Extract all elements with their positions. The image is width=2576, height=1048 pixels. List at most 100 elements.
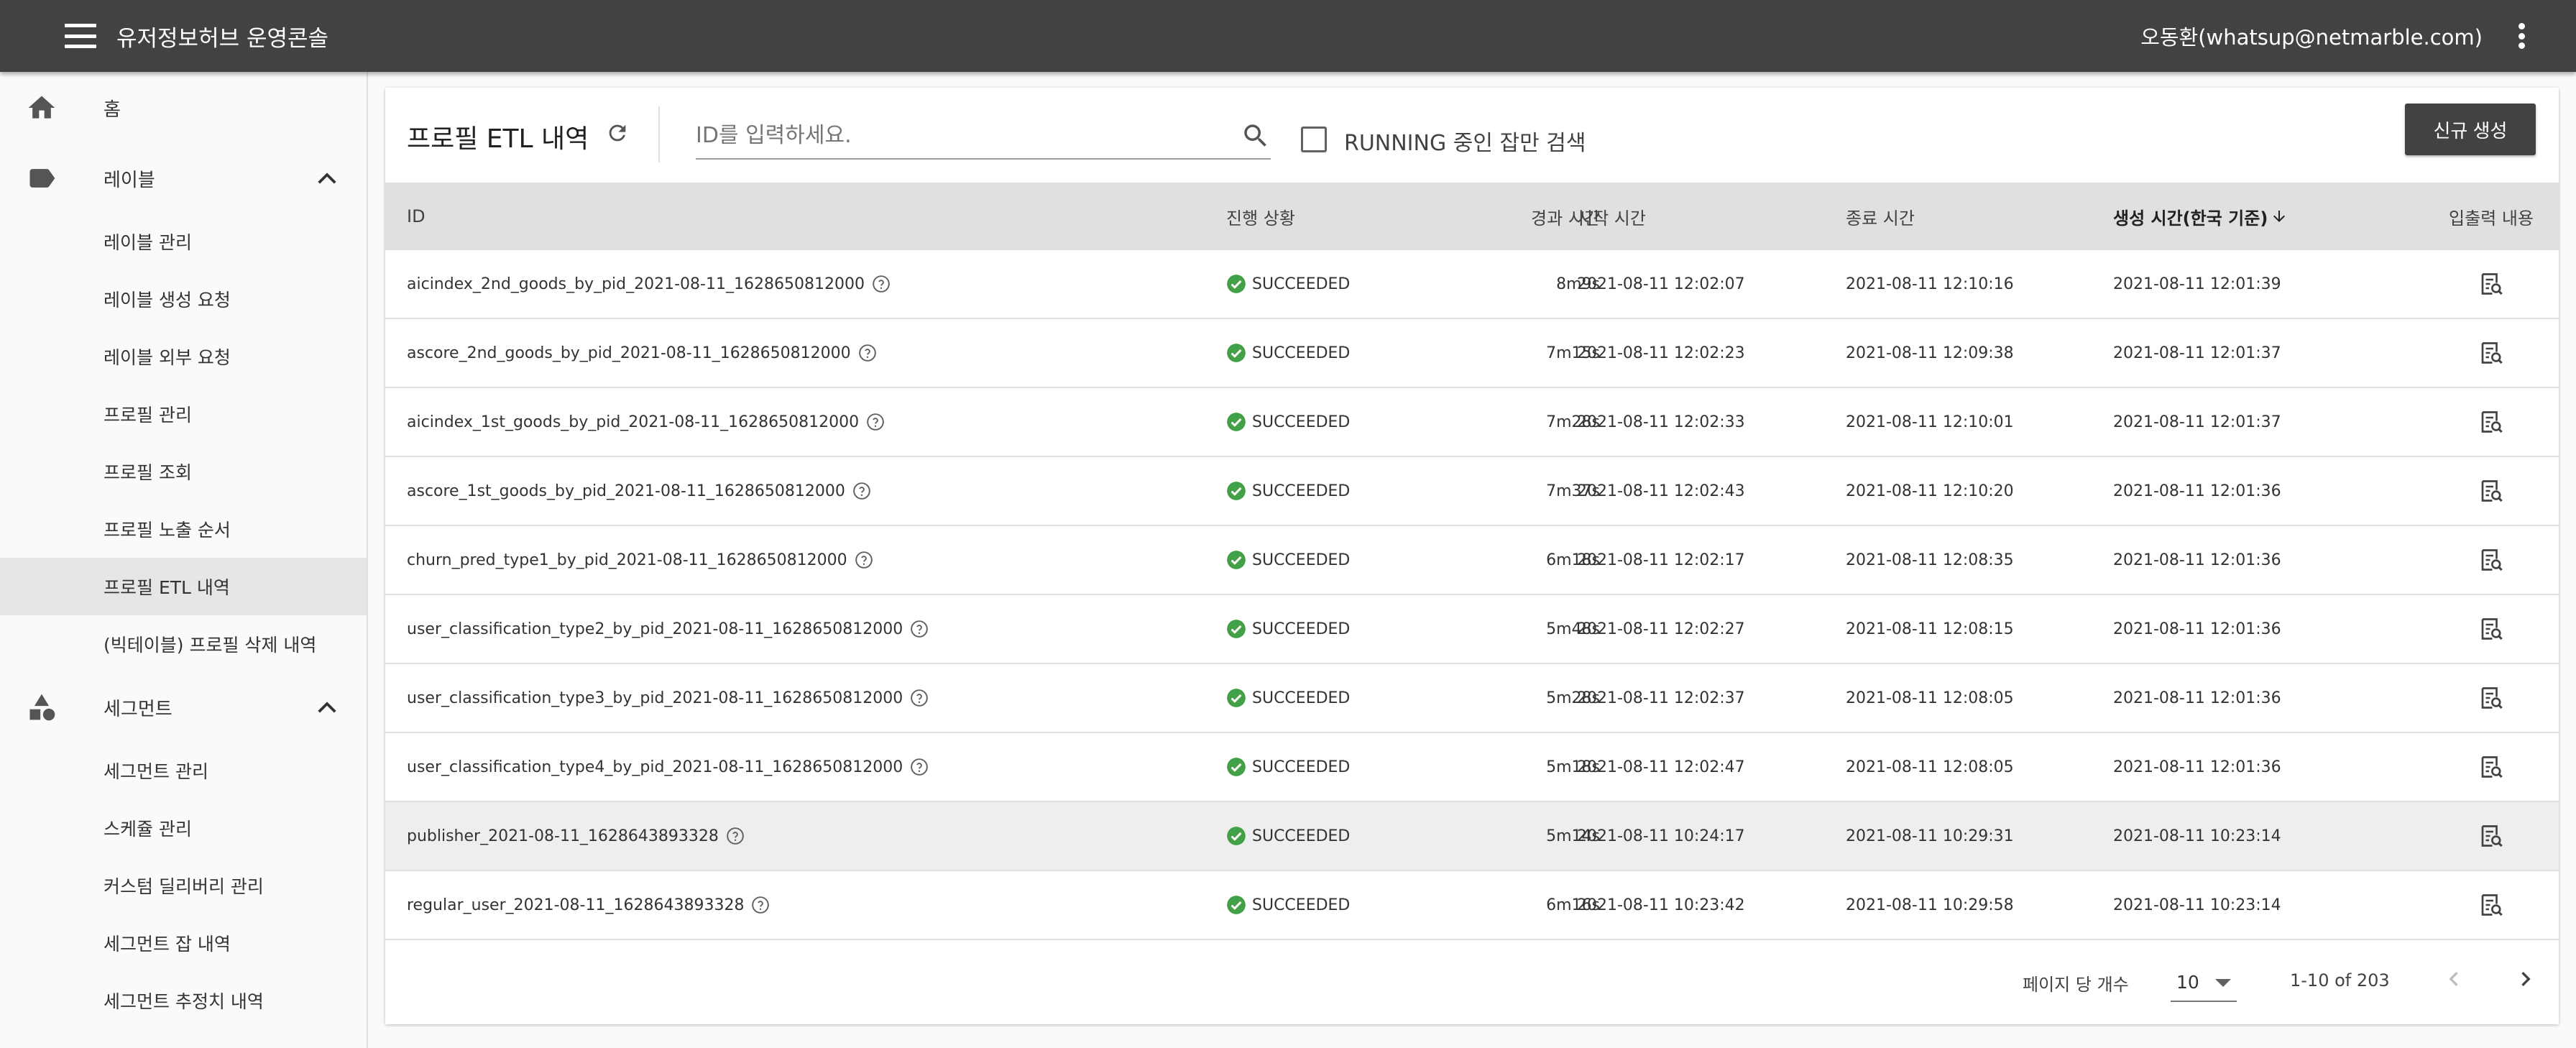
sidebar-item-profile-lookup[interactable]: 프로필 조회: [0, 443, 367, 500]
cell-io: [2441, 526, 2542, 594]
sidebar-group-label[interactable]: 레이블: [0, 144, 367, 213]
sidebar-item-profile-display-order[interactable]: 프로필 노출 순서: [0, 500, 367, 558]
help-icon[interactable]: [910, 620, 929, 638]
column-header-created[interactable]: 생성 시간(한국 기준): [2113, 183, 2288, 250]
sidebar-item-segment-management[interactable]: 세그먼트 관리: [0, 742, 367, 799]
cell-created: 2021-08-11 10:23:14: [2113, 827, 2281, 845]
help-icon[interactable]: [858, 344, 877, 362]
running-only-checkbox[interactable]: [1301, 127, 1327, 152]
table-header-row: ID 진행 상황 경과 시간 시작 시간 종료 시간 생성 시간(한국 기준) …: [385, 183, 2559, 250]
table-row[interactable]: user_classification_type3_by_pid_2021-08…: [385, 664, 2559, 733]
sidebar-item-schedule-management[interactable]: 스케쥴 관리: [0, 799, 367, 857]
cell-status: SUCCEEDED: [1226, 526, 1350, 594]
sidebar-item-label-management[interactable]: 레이블 관리: [0, 213, 367, 270]
find-in-page-icon[interactable]: [2478, 547, 2504, 573]
job-id: user_classification_type2_by_pid_2021-08…: [407, 620, 903, 638]
chevron-right-icon[interactable]: [2511, 965, 2540, 993]
more-vert-icon[interactable]: [2517, 23, 2526, 49]
toolbar: 프로필 ETL 내역 RUNNING 중인 잡만 검색 신규 생성: [385, 88, 2559, 183]
top-app-bar: 유저정보허브 운영콘솔 오동환(whatsup@netmarble.com): [0, 0, 2576, 72]
table-body: aicindex_2nd_goods_by_pid_2021-08-11_162…: [385, 250, 2559, 940]
cell-created: 2021-08-11 12:01:37: [2113, 344, 2281, 362]
help-icon[interactable]: [751, 896, 770, 914]
sidebar-item-custom-delivery-management[interactable]: 커스텀 딜리버리 관리: [0, 857, 367, 914]
table-row[interactable]: churn_pred_type1_by_pid_2021-08-11_16286…: [385, 526, 2559, 595]
cell-status: SUCCEEDED: [1226, 250, 1350, 318]
cell-end: 2021-08-11 12:08:35: [1846, 551, 2014, 569]
search-field: [696, 115, 1271, 160]
find-in-page-icon[interactable]: [2478, 823, 2504, 849]
help-icon[interactable]: [910, 758, 929, 776]
help-icon[interactable]: [852, 482, 871, 500]
cell-status: SUCCEEDED: [1226, 388, 1350, 456]
help-icon[interactable]: [866, 413, 885, 431]
find-in-page-icon[interactable]: [2478, 616, 2504, 642]
job-id: churn_pred_type1_by_pid_2021-08-11_16286…: [407, 551, 847, 569]
rows-per-page-label: 페이지 당 개수: [2023, 975, 2129, 995]
cell-created: 2021-08-11 12:01:36: [2113, 758, 2281, 776]
cell-end: 2021-08-11 12:08:15: [1846, 620, 2014, 638]
sidebar-item-profile-etl-history[interactable]: 프로필 ETL 내역: [0, 558, 367, 615]
search-icon[interactable]: [1241, 121, 1271, 151]
help-icon[interactable]: [855, 551, 873, 569]
cell-end: 2021-08-11 10:29:31: [1846, 827, 2014, 845]
table-row[interactable]: ascore_1st_goods_by_pid_2021-08-11_16286…: [385, 457, 2559, 526]
find-in-page-icon[interactable]: [2478, 478, 2504, 504]
hamburger-menu-icon[interactable]: [65, 24, 96, 48]
table-row[interactable]: publisher_2021-08-11_1628643893328 SUCCEE…: [385, 802, 2559, 871]
cell-io: [2441, 802, 2542, 870]
chevron-up-icon[interactable]: [316, 171, 338, 185]
sidebar-item-home[interactable]: 홈: [0, 72, 367, 144]
home-icon: [28, 96, 55, 119]
job-id: publisher_2021-08-11_1628643893328: [407, 827, 719, 845]
rows-per-page-value: 10: [2176, 972, 2199, 993]
table-row[interactable]: user_classification_type4_by_pid_2021-08…: [385, 733, 2559, 802]
column-header-status[interactable]: 진행 상황: [1226, 183, 1295, 250]
cell-created: 2021-08-11 12:01:36: [2113, 551, 2281, 569]
find-in-page-icon[interactable]: [2478, 409, 2504, 435]
help-icon[interactable]: [872, 275, 891, 293]
status-text: SUCCEEDED: [1252, 482, 1351, 500]
column-header-start[interactable]: 시작 시간: [1577, 183, 1646, 250]
sidebar-group-segment[interactable]: 세그먼트: [0, 673, 367, 742]
cell-id: user_classification_type4_by_pid_2021-08…: [407, 733, 929, 801]
table-row[interactable]: regular_user_2021-08-11_1628643893328 SUC…: [385, 871, 2559, 940]
refresh-icon[interactable]: [605, 121, 630, 145]
find-in-page-icon[interactable]: [2478, 685, 2504, 711]
rows-per-page-select[interactable]: 10: [2171, 960, 2237, 1002]
chevron-left-icon[interactable]: [2439, 965, 2468, 993]
cell-id: ascore_1st_goods_by_pid_2021-08-11_16286…: [407, 457, 871, 525]
user-account: 오동환(whatsup@netmarble.com): [2140, 25, 2483, 50]
cell-start: 2021-08-11 12:02:07: [1577, 275, 1745, 293]
find-in-page-icon[interactable]: [2478, 892, 2504, 918]
cell-start: 2021-08-11 12:02:27: [1577, 620, 1745, 638]
etl-history-card: 프로필 ETL 내역 RUNNING 중인 잡만 검색 신규 생성 ID 진행 …: [385, 88, 2559, 1024]
table-row[interactable]: aicindex_2nd_goods_by_pid_2021-08-11_162…: [385, 250, 2559, 319]
column-header-end[interactable]: 종료 시간: [1846, 183, 1915, 250]
sidebar-item-label-external-request[interactable]: 레이블 외부 요청: [0, 328, 367, 385]
table-row[interactable]: ascore_2nd_goods_by_pid_2021-08-11_16286…: [385, 319, 2559, 388]
help-icon[interactable]: [910, 689, 929, 707]
sidebar-item-segment-estimate-history[interactable]: 세그먼트 추정치 내역: [0, 972, 367, 1029]
table-row[interactable]: user_classification_type2_by_pid_2021-08…: [385, 595, 2559, 664]
status-text: SUCCEEDED: [1252, 344, 1351, 362]
column-header-id[interactable]: ID: [407, 183, 426, 250]
sidebar-item-bigtable-profile-delete-history[interactable]: (빅테이블) 프로필 삭제 내역: [0, 615, 367, 673]
cell-end: 2021-08-11 12:08:05: [1846, 758, 2014, 776]
table-row[interactable]: aicindex_1st_goods_by_pid_2021-08-11_162…: [385, 388, 2559, 457]
sidebar-item-profile-management[interactable]: 프로필 관리: [0, 385, 367, 443]
status-text: SUCCEEDED: [1252, 413, 1351, 431]
cell-end: 2021-08-11 12:10:16: [1846, 275, 2014, 293]
sidebar-item-label-create-request[interactable]: 레이블 생성 요청: [0, 270, 367, 328]
sidebar-item-segment-job-history[interactable]: 세그먼트 잡 내역: [0, 914, 367, 972]
search-input[interactable]: [696, 115, 1199, 155]
status-text: SUCCEEDED: [1252, 896, 1351, 914]
find-in-page-icon[interactable]: [2478, 340, 2504, 366]
job-id: aicindex_2nd_goods_by_pid_2021-08-11_162…: [407, 275, 865, 293]
help-icon[interactable]: [726, 827, 745, 845]
find-in-page-icon[interactable]: [2478, 271, 2504, 297]
create-new-button[interactable]: 신규 생성: [2405, 104, 2536, 155]
check-circle-icon: [1226, 274, 1246, 294]
chevron-up-icon[interactable]: [316, 700, 338, 714]
find-in-page-icon[interactable]: [2478, 754, 2504, 780]
